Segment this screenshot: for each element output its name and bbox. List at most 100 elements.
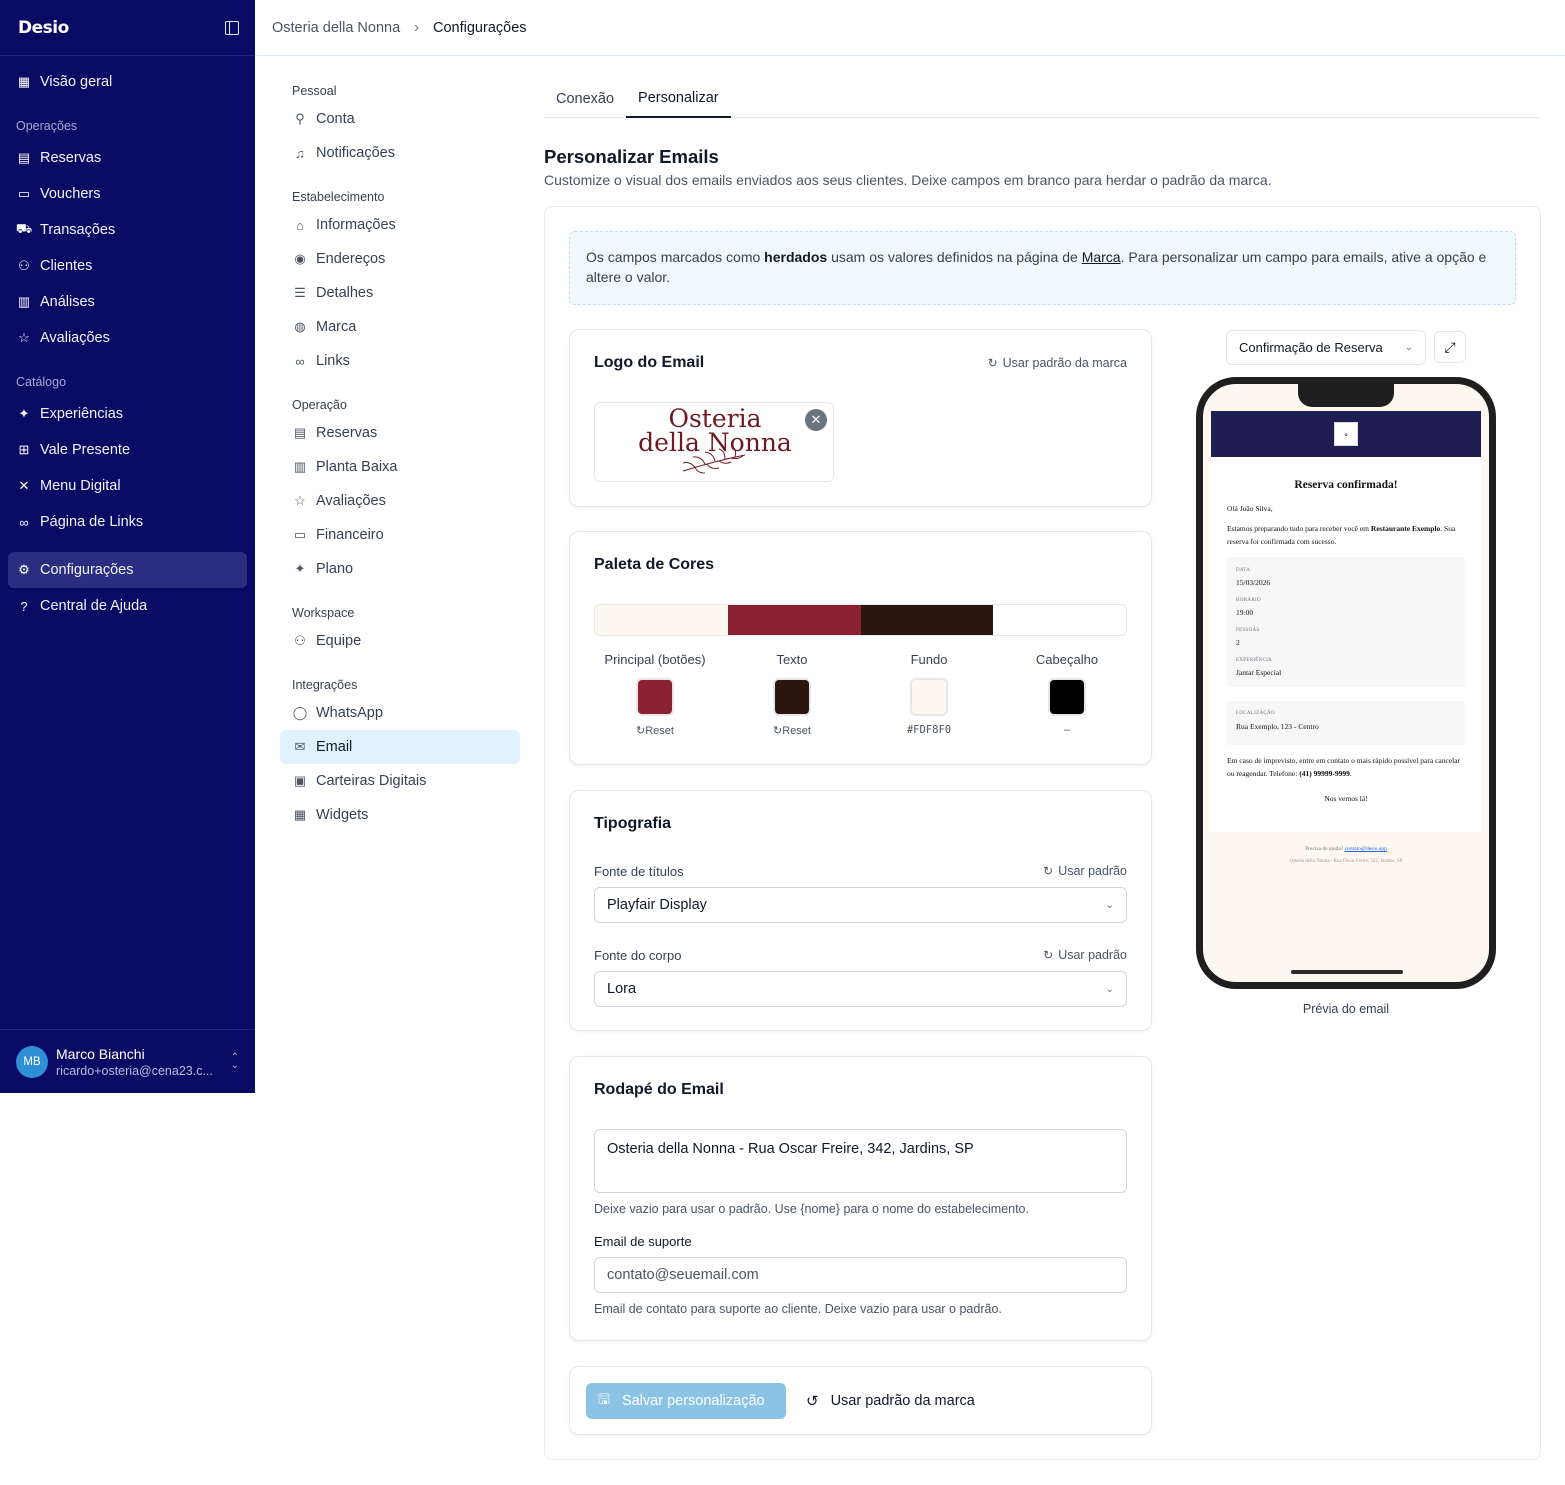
email-footer: Osteria della Nonna - Rua Oscar Freire, … xyxy=(1289,859,1403,864)
settings-item-equipe[interactable]: ⚇ Equipe xyxy=(280,624,520,658)
settings-item-financeiro[interactable]: ▭ Financeiro xyxy=(280,518,520,552)
bell-icon: ♫ xyxy=(295,145,305,161)
settings-item-marca[interactable]: ◍ Marca xyxy=(280,310,520,344)
gift-icon: ⊞ xyxy=(18,442,30,457)
settings-item-reservas[interactable]: ▤ Reservas xyxy=(280,416,520,450)
sidebar-item-vale-presente[interactable]: ⊞ Vale Presente xyxy=(8,432,247,468)
sidebar-item-label: Experiências xyxy=(40,406,124,422)
color-picker-cabecalho[interactable] xyxy=(1048,678,1086,716)
sidebar-item-label: Reservas xyxy=(40,150,102,166)
settings-item-planta-baixa[interactable]: ▥ Planta Baixa xyxy=(280,450,520,484)
utensils-icon: ✕ xyxy=(18,478,30,493)
sidebar-toggle-icon[interactable] xyxy=(225,20,239,35)
user-menu[interactable]: MB Marco Bianchi ricardo+osteria@cena23.… xyxy=(0,1029,255,1093)
settings-item-avaliacoes[interactable]: ☆ Avaliações xyxy=(280,484,520,518)
settings-item-label: Planta Baixa xyxy=(316,459,398,475)
email-details-box: DATA 15/03/2026 HORÁRIO 19:00 PESSOAS 2 … xyxy=(1227,557,1465,687)
reset-icon: ↻ xyxy=(1043,948,1054,962)
sidebar-item-pagina-de-links[interactable]: ∞ Página de Links xyxy=(8,504,247,540)
sidebar-item-visao-geral[interactable]: ▦ Visão geral xyxy=(8,64,247,100)
sidebar-item-label: Vale Presente xyxy=(40,442,131,458)
settings-item-label: Carteiras Digitais xyxy=(316,773,427,789)
color-picker-fundo[interactable] xyxy=(910,678,948,716)
email-logo: ✿ xyxy=(1334,422,1358,446)
marca-link[interactable]: Marca xyxy=(1082,249,1121,265)
info-text: usam os valores definidos na página de xyxy=(827,249,1082,265)
gear-icon: ⚙ xyxy=(18,562,30,577)
footer-textarea[interactable]: Osteria della Nonna - Rua Oscar Freire, … xyxy=(594,1129,1127,1193)
page-title: Personalizar Emails xyxy=(544,146,719,167)
settings-item-label: Financeiro xyxy=(316,527,384,543)
sidebar-item-clientes[interactable]: ⚇ Clientes xyxy=(8,248,247,284)
reset-icon: ↻ xyxy=(1043,864,1054,878)
mail-icon: ✉ xyxy=(294,739,306,754)
email-bye: Nos vemos lá! xyxy=(1324,794,1368,803)
email-title: Reserva confirmada! xyxy=(1294,479,1398,491)
tab-personalizar[interactable]: Personalizar xyxy=(626,80,731,118)
settings-item-carteiras-digitais[interactable]: ▣ Carteiras Digitais xyxy=(280,764,520,798)
info-text: Os campos marcados como xyxy=(586,249,765,265)
settings-section-workspace: Workspace xyxy=(292,606,355,620)
color-picker-principal[interactable] xyxy=(636,678,674,716)
swatch-fundo: Fundo #FDF8F0 xyxy=(869,652,989,736)
settings-item-label: Endereços xyxy=(316,251,386,267)
template-select[interactable]: Confirmação de Reserva ⌄ xyxy=(1226,330,1426,365)
note-text: . xyxy=(1349,768,1352,778)
palette-segment xyxy=(727,605,861,635)
dashboard-icon: ▦ xyxy=(17,74,31,89)
settings-item-notificacoes[interactable]: ♫ Notificações xyxy=(280,136,520,170)
sidebar-item-menu-digital[interactable]: ✕ Menu Digital xyxy=(8,468,247,504)
actions-bar: 🖫 Salvar personalização ↺ Usar padrão da m… xyxy=(569,1366,1152,1435)
use-brand-default-button[interactable]: ↺ Usar padrão da marca xyxy=(806,1383,975,1419)
settings-item-enderecos[interactable]: ◉ Endereços xyxy=(280,242,520,276)
sidebar-item-vouchers[interactable]: ▭ Vouchers xyxy=(8,176,247,212)
swatch-reset[interactable]: ↻Reset xyxy=(732,724,852,737)
settings-item-detalhes[interactable]: ☰ Detalhes xyxy=(280,276,520,310)
sidebar-item-analises[interactable]: ▥ Análises xyxy=(8,284,247,320)
expand-icon[interactable]: ⤢ xyxy=(1434,331,1466,363)
remove-logo-icon[interactable]: ✕ xyxy=(805,409,827,431)
breadcrumb-item[interactable]: Osteria della Nonna xyxy=(272,20,400,36)
settings-item-informacoes[interactable]: ⌂ Informações xyxy=(280,208,520,242)
color-picker-texto[interactable] xyxy=(773,678,811,716)
detail-value: Rua Exemplo, 123 - Centro xyxy=(1236,722,1319,731)
support-email-input[interactable]: contato@seuemail.com xyxy=(594,1257,1127,1293)
sidebar-item-label: Transações xyxy=(40,222,116,238)
sidebar-item-experiencias[interactable]: ✦ Experiências xyxy=(8,396,247,432)
settings-item-plano[interactable]: ✦ Plano xyxy=(280,552,520,586)
page-subtitle: Customize o visual dos emails enviados a… xyxy=(544,172,1272,188)
sidebar-item-reservas[interactable]: ▤ Reservas xyxy=(8,140,247,176)
settings-item-whatsapp[interactable]: ◯ WhatsApp xyxy=(280,696,520,730)
body-font-select[interactable]: Lora ⌄ xyxy=(594,971,1127,1007)
sidebar-item-transacoes[interactable]: ⛟ Transações xyxy=(8,212,247,248)
palette-segment xyxy=(993,605,1126,635)
settings-item-links[interactable]: ∞ Links xyxy=(280,344,520,378)
reset-label: Reset xyxy=(645,725,674,737)
app-logo[interactable]: Desio xyxy=(18,18,69,38)
body-font-reset-button[interactable]: ↻ Usar padrão xyxy=(1043,948,1127,962)
swatch-hex: – xyxy=(1063,724,1071,736)
bar-chart-icon: ▥ xyxy=(17,294,31,309)
help-icon: ? xyxy=(20,598,28,614)
settings-item-widgets[interactable]: ▦ Widgets xyxy=(280,798,520,832)
reset-icon: ↻ xyxy=(987,356,998,370)
save-label: Salvar personalização xyxy=(621,1393,765,1409)
list-check-icon: ☰ xyxy=(294,285,306,300)
whatsapp-icon: ◯ xyxy=(292,705,308,720)
sidebar-item-configuracoes[interactable]: ⚙ Configurações xyxy=(8,552,247,588)
tab-bar: Conexão Personalizar xyxy=(544,80,1540,118)
tab-conexao[interactable]: Conexão xyxy=(544,80,626,118)
detail-value: 19:00 xyxy=(1236,608,1254,617)
sidebar-item-central-de-ajuda[interactable]: ? Central de Ajuda xyxy=(8,588,247,624)
settings-item-email[interactable]: ✉ Email xyxy=(280,730,520,764)
title-font-reset-button[interactable]: ↻ Usar padrão xyxy=(1043,864,1127,878)
swatch-reset[interactable]: ↻Reset xyxy=(595,724,715,737)
use-brand-default-button[interactable]: ↻ Usar padrão da marca xyxy=(988,356,1127,370)
phone-preview: ✿ Reserva confirmada! Olá João Silva, Es… xyxy=(1196,377,1496,989)
save-button[interactable]: 🖫 Salvar personalização xyxy=(586,1383,786,1419)
settings-item-conta[interactable]: ⚲ Conta xyxy=(280,102,520,136)
sidebar-item-avaliacoes[interactable]: ☆ Avaliações xyxy=(8,320,247,356)
title-font-select[interactable]: Playfair Display ⌄ xyxy=(594,887,1127,923)
users-icon: ⚇ xyxy=(294,633,306,648)
ticket-icon: ▭ xyxy=(17,186,31,201)
